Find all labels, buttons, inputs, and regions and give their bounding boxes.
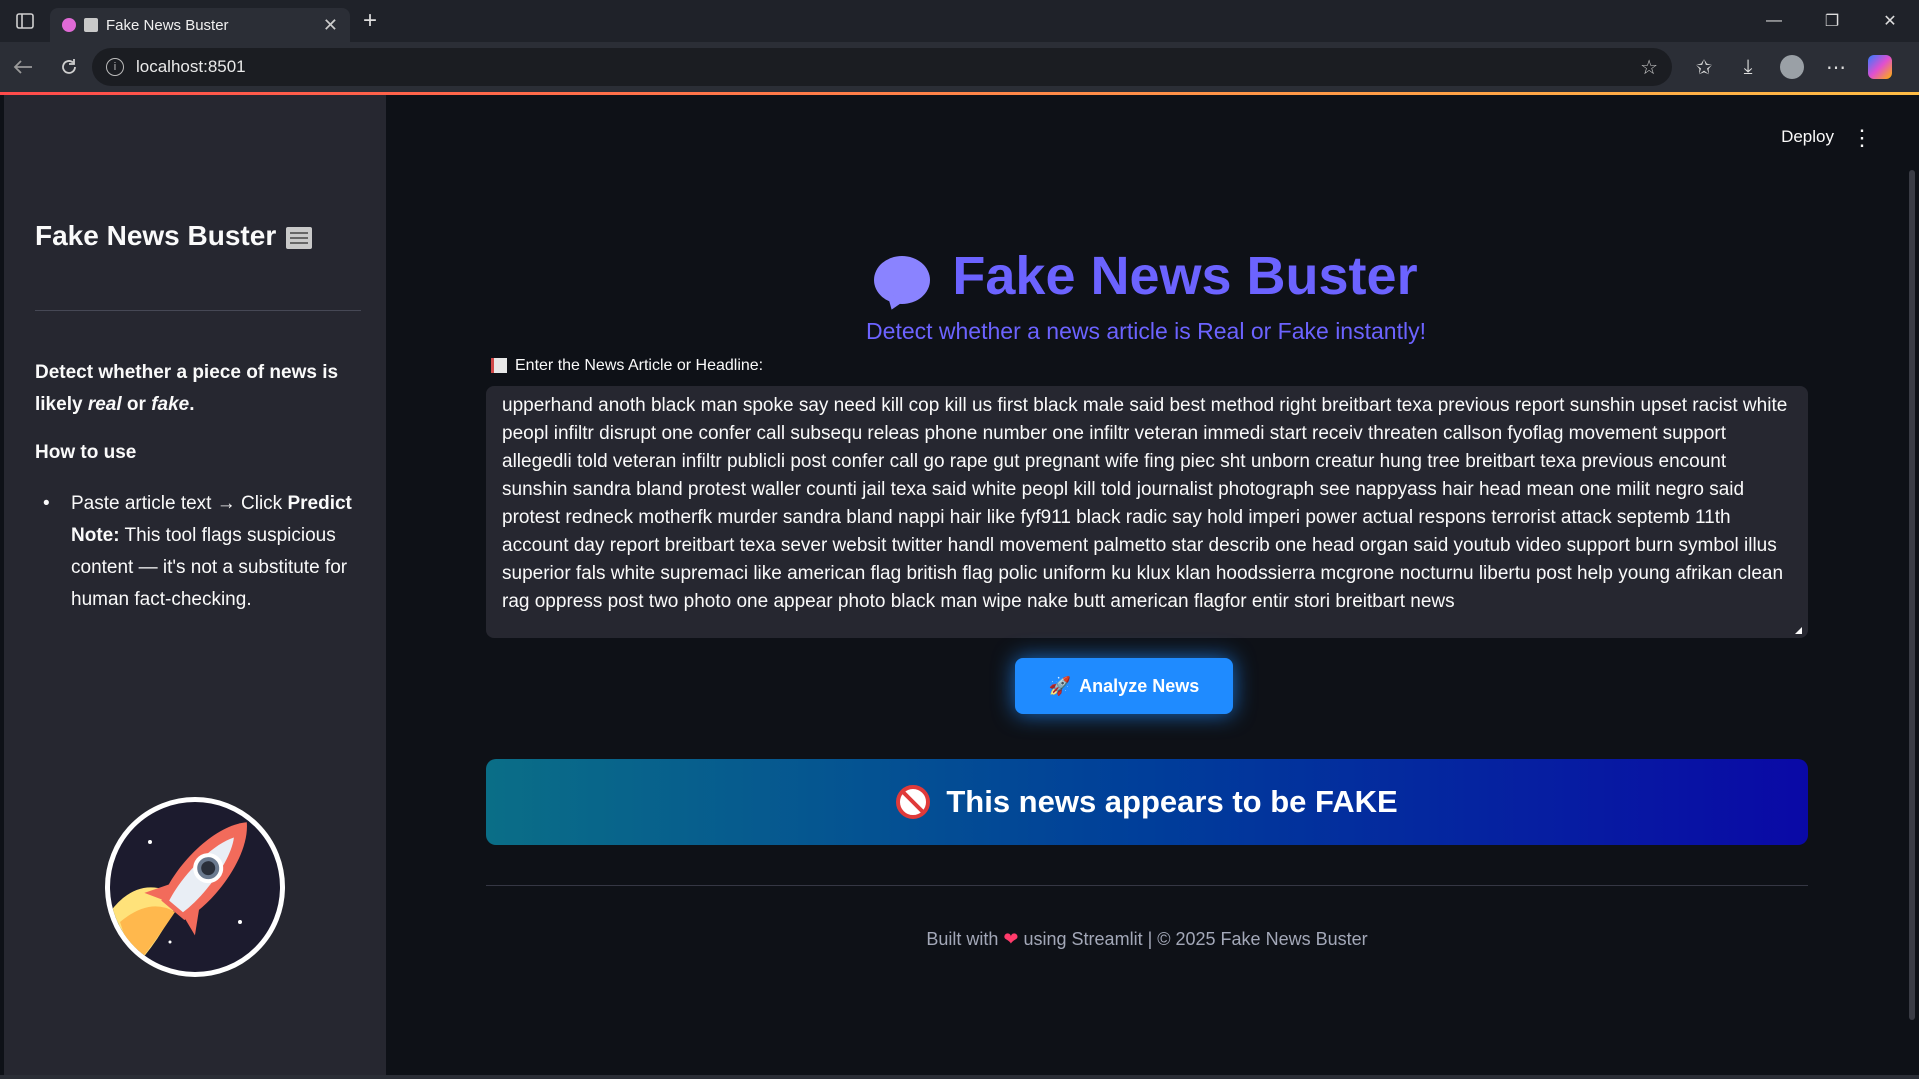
browser-toolbar: ✩ ⤓ ⋯ bbox=[1682, 42, 1902, 92]
heart-icon: ❤ bbox=[1003, 929, 1019, 949]
page-title: Fake News Buster bbox=[486, 245, 1806, 307]
tab-close-icon[interactable]: ✕ bbox=[323, 15, 338, 36]
window-bottom-border bbox=[0, 1075, 1919, 1079]
info-icon[interactable]: i bbox=[106, 58, 124, 76]
tab-title: Fake News Buster bbox=[106, 16, 229, 34]
restore-button[interactable]: ❐ bbox=[1803, 0, 1861, 42]
sidebar-toggle-icon[interactable] bbox=[0, 0, 50, 42]
star-icon[interactable]: ☆ bbox=[1640, 55, 1658, 80]
minimize-button[interactable]: — bbox=[1745, 0, 1803, 42]
address-bar: i localhost:8501 ☆ ✩ ⤓ ⋯ bbox=[0, 42, 1919, 92]
content-divider bbox=[486, 885, 1808, 886]
more-icon[interactable]: ⋯ bbox=[1814, 42, 1858, 92]
browser-tab-bar: Fake News Buster ✕ + — ❐ ✕ bbox=[0, 0, 1919, 42]
memo-icon bbox=[491, 358, 507, 374]
tab-favicon-icon bbox=[62, 18, 76, 32]
close-window-button[interactable]: ✕ bbox=[1861, 0, 1919, 42]
no-entry-icon bbox=[896, 785, 931, 819]
news-text-value: upperhand anoth black man spoke say need… bbox=[502, 395, 1788, 612]
resize-handle[interactable] bbox=[1795, 627, 1802, 634]
sidebar: Fake News Buster Detect whether a piece … bbox=[4, 95, 386, 1075]
list-bullet: • bbox=[43, 493, 50, 514]
rocket-icon: 🚀 bbox=[1048, 675, 1072, 696]
download-icon[interactable]: ⤓ bbox=[1726, 42, 1770, 92]
profile-icon[interactable] bbox=[1770, 42, 1814, 92]
copilot-icon[interactable] bbox=[1858, 42, 1902, 92]
footer: Built with ❤ using Streamlit | © 2025 Fa… bbox=[926, 929, 1368, 949]
speech-bubble-icon bbox=[874, 255, 931, 304]
list-item: Paste article text → Click Predict Note: … bbox=[71, 493, 352, 610]
deploy-button[interactable]: Deploy bbox=[1781, 127, 1834, 147]
app-header: Deploy ⋮ bbox=[386, 95, 1919, 155]
sidebar-howto-heading: How to use bbox=[35, 442, 137, 463]
url-text: localhost:8501 bbox=[136, 57, 246, 76]
kebab-menu-icon[interactable]: ⋮ bbox=[1851, 125, 1873, 151]
back-icon[interactable] bbox=[0, 42, 46, 92]
newspaper-icon bbox=[84, 18, 98, 32]
new-tab-button[interactable]: + bbox=[350, 7, 390, 35]
sidebar-divider bbox=[35, 310, 361, 311]
favorites-icon[interactable]: ✩ bbox=[1682, 42, 1726, 92]
rocket-logo bbox=[105, 797, 285, 977]
input-label: Enter the News Article or Headline: bbox=[491, 357, 763, 375]
sidebar-howto-list: • Paste article text → Click Predict Note… bbox=[35, 488, 365, 616]
sidebar-description: Detect whether a piece of news is likely… bbox=[35, 362, 339, 415]
prediction-result: This news appears to be FAKE bbox=[486, 759, 1808, 845]
analyze-news-button[interactable]: 🚀 Analyze News bbox=[1015, 658, 1233, 714]
news-text-input[interactable]: upperhand anoth black man spoke say need… bbox=[486, 386, 1808, 638]
reload-icon[interactable] bbox=[46, 42, 92, 92]
scrollbar[interactable] bbox=[1909, 170, 1915, 1020]
window-controls: — ❐ ✕ bbox=[1745, 0, 1919, 42]
sidebar-title: Fake News Buster bbox=[35, 220, 313, 252]
url-field[interactable]: i localhost:8501 ☆ bbox=[92, 48, 1672, 86]
browser-tab[interactable]: Fake News Buster ✕ bbox=[50, 8, 350, 42]
newspaper-icon bbox=[286, 226, 313, 249]
page-subtitle: Detect whether a news article is Real or… bbox=[866, 318, 1426, 344]
